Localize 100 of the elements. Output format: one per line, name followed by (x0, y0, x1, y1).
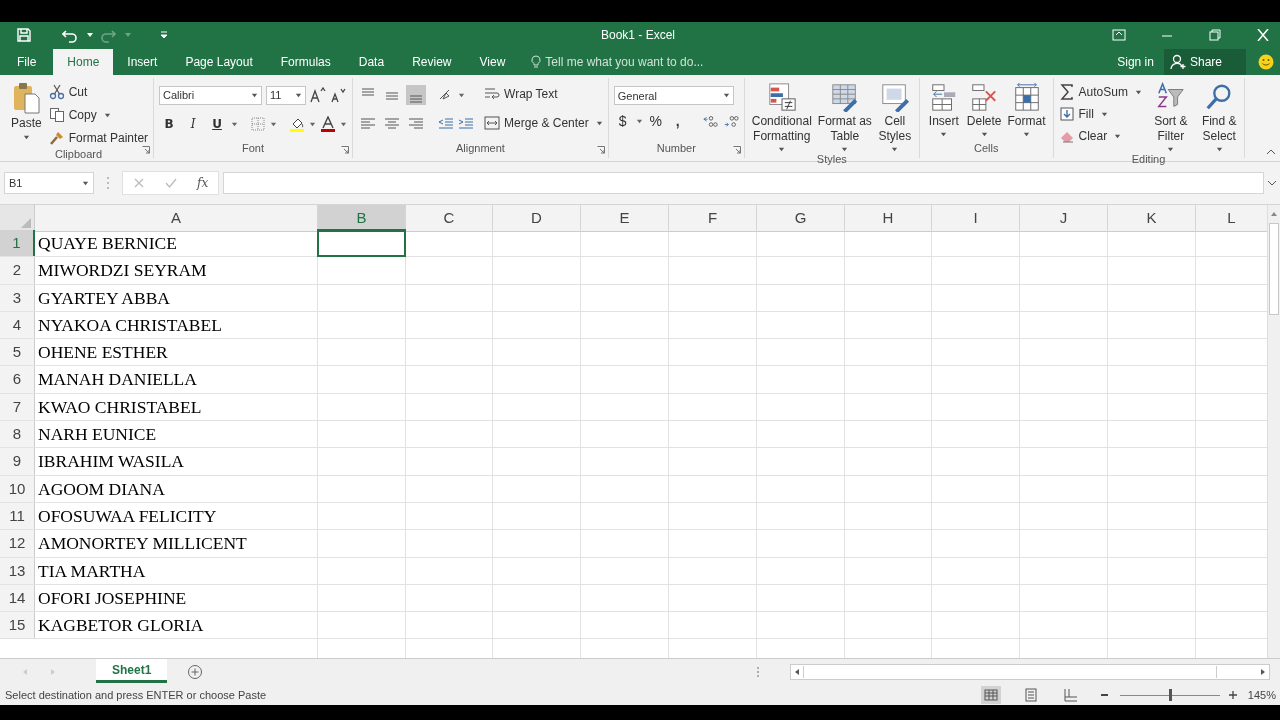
row-header[interactable]: 2 (0, 257, 35, 284)
save-icon[interactable] (16, 26, 32, 43)
row-header[interactable]: 8 (0, 421, 35, 448)
row-header[interactable]: 3 (0, 284, 35, 311)
tell-me-field[interactable]: Tell me what you want to do... (545, 55, 736, 69)
column-header[interactable]: J (1020, 205, 1108, 232)
cut-button[interactable]: Cut (48, 82, 149, 102)
row-header[interactable]: 15 (0, 612, 35, 639)
ribbon-tab[interactable]: Data (344, 49, 399, 75)
decrease-indent-icon[interactable] (438, 116, 455, 132)
bottom-align-icon[interactable] (406, 85, 427, 105)
cell-button[interactable]: Cell Styles (875, 82, 914, 153)
percent-button[interactable]: % (646, 113, 665, 129)
table-button[interactable]: Format as Table (815, 82, 874, 153)
row-header[interactable]: 11 (0, 502, 35, 530)
format-painter-button[interactable]: Format Painter (48, 128, 149, 148)
column-header[interactable]: D (493, 205, 581, 232)
restore-icon[interactable] (1208, 28, 1222, 41)
font-name-field[interactable]: Calibri (159, 85, 263, 105)
fill-color-icon[interactable] (289, 116, 306, 132)
delete-button[interactable]: Delete (964, 82, 1004, 142)
column-header[interactable]: G (757, 205, 845, 232)
column-header[interactable]: K (1108, 205, 1196, 232)
column-header[interactable]: I (932, 205, 1020, 232)
add-sheet-icon[interactable] (187, 664, 204, 680)
paste-button[interactable]: Paste (9, 82, 44, 148)
ribbon-tab[interactable]: Review (398, 49, 466, 75)
caret-icon[interactable] (635, 117, 643, 125)
caret-icon[interactable] (458, 91, 466, 99)
ribbon-display-icon[interactable] (1112, 28, 1126, 41)
name-box[interactable]: B1 (4, 172, 94, 194)
customize-icon[interactable] (160, 30, 168, 39)
expand-icon[interactable] (1267, 180, 1277, 186)
smiley-icon[interactable] (1258, 54, 1274, 70)
caret-icon[interactable] (86, 30, 94, 39)
font-color-icon[interactable] (320, 116, 337, 132)
zoom-level[interactable]: 145% (1247, 689, 1280, 701)
row-header[interactable]: 9 (0, 448, 35, 475)
increase-decimal-icon[interactable] (702, 113, 719, 129)
zoom-in-icon[interactable] (1227, 690, 1238, 700)
caret-icon[interactable] (231, 120, 239, 128)
ribbon-tab[interactable]: Insert (113, 49, 172, 75)
font-size-field[interactable]: 11 (266, 85, 307, 105)
scrollbar-thumb[interactable] (1269, 223, 1279, 315)
normal-view-icon[interactable] (980, 686, 1001, 704)
close-icon[interactable] (1256, 28, 1270, 41)
row-header[interactable]: 14 (0, 584, 35, 612)
column-header[interactable]: A (35, 205, 318, 232)
comma-button[interactable]: , (668, 113, 687, 129)
insert-button[interactable]: Insert (924, 82, 963, 142)
caret-icon[interactable] (340, 120, 348, 128)
sign-in-link[interactable]: Sign in (1109, 49, 1162, 75)
merge-center-button[interactable]: Merge & Center (484, 113, 603, 133)
row-header[interactable]: 12 (0, 530, 35, 557)
row-header[interactable]: 10 (0, 475, 35, 502)
currency-button[interactable]: $ (613, 113, 632, 129)
column-header[interactable]: L (1196, 205, 1267, 232)
sort-filter-button[interactable]: Sort & Filter (1151, 82, 1190, 153)
dialog-launcher-icon[interactable] (142, 146, 151, 154)
row-header[interactable]: 5 (0, 339, 35, 366)
horizontal-scrollbar[interactable] (790, 664, 1270, 680)
caret-icon[interactable] (309, 120, 317, 128)
row-header[interactable]: 7 (0, 393, 35, 421)
active-cell[interactable] (317, 229, 406, 258)
column-header[interactable]: E (581, 205, 669, 232)
ribbon-tab[interactable]: Page Layout (171, 49, 267, 75)
ribbon-tab[interactable]: Home (53, 49, 114, 75)
column-header[interactable]: B (318, 205, 406, 232)
column-header[interactable]: C (406, 205, 493, 232)
find-select-button[interactable]: Find & Select (1199, 82, 1239, 153)
collapse-ribbon-icon[interactable] (1266, 149, 1276, 155)
grow-font-icon[interactable] (310, 87, 327, 103)
caret-icon[interactable] (270, 120, 278, 128)
column-header[interactable]: H (845, 205, 932, 232)
wrap-text-button[interactable]: Wrap Text (484, 84, 603, 104)
row-header[interactable]: 6 (0, 366, 35, 393)
sheet-tab[interactable]: Sheet1 (96, 659, 168, 683)
format-button[interactable]: Format (1005, 82, 1048, 142)
row-header[interactable]: 4 (0, 311, 35, 339)
ribbon-tab[interactable]: File (0, 49, 54, 75)
ribbon-tab[interactable]: View (465, 49, 520, 75)
italic-button[interactable]: I (183, 114, 204, 134)
insert-function-button[interactable]: fx (197, 176, 209, 190)
underline-button[interactable]: U (207, 114, 228, 134)
share-button[interactable]: Share (1163, 49, 1246, 75)
fill-button[interactable]: Fill (1058, 104, 1142, 124)
ribbon-tab[interactable]: Formulas (266, 49, 345, 75)
bold-button[interactable]: B (159, 114, 180, 134)
formula-input[interactable] (223, 172, 1264, 194)
column-header[interactable]: F (669, 205, 757, 232)
row-header[interactable]: 13 (0, 557, 35, 584)
autosum-button[interactable]: AutoSum (1058, 82, 1142, 102)
dialog-launcher-icon[interactable] (596, 146, 605, 154)
decrease-decimal-icon[interactable] (722, 113, 739, 129)
copy-button[interactable]: Copy (48, 105, 149, 125)
clear-button[interactable]: Clear (1058, 126, 1142, 146)
dialog-launcher-icon[interactable] (732, 146, 741, 154)
number-format-field[interactable]: General (613, 86, 734, 105)
row-header[interactable]: 1 (0, 230, 35, 257)
conditional-button[interactable]: Conditional Formatting (749, 82, 814, 153)
